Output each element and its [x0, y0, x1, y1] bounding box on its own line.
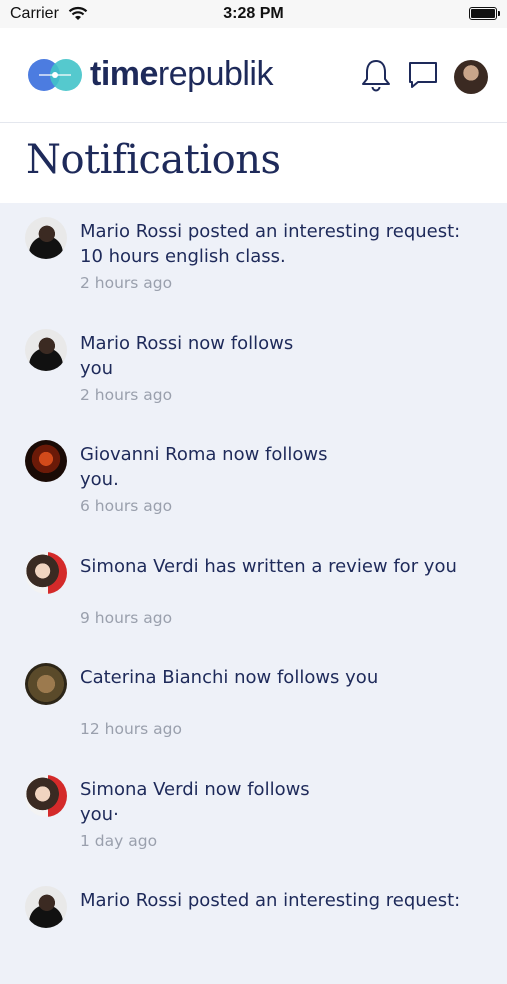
notification-text: Mario Rossi posted an interesting reques…: [80, 221, 461, 267]
profile-avatar[interactable]: [454, 60, 488, 94]
avatar[interactable]: [25, 328, 67, 371]
avatar[interactable]: [25, 440, 67, 482]
avatar[interactable]: [25, 551, 67, 594]
status-bar: Carrier 3:28 PM: [0, 0, 507, 28]
notification-text: Giovanni Roma now follows you.: [80, 444, 328, 490]
notification-text: Caterina Bianchi now follows you: [80, 667, 379, 688]
page-title: Notifications: [26, 137, 281, 183]
notification-item[interactable]: Mario Rossi now follows you 2 hours ago: [0, 315, 507, 427]
notification-time: 2 hours ago: [80, 385, 173, 404]
battery-icon: [469, 7, 500, 20]
notification-text: Mario Rossi now follows you: [80, 332, 294, 379]
notification-time: 2 hours ago: [80, 274, 173, 292]
chat-bubble-icon[interactable]: [407, 58, 439, 92]
notification-item[interactable]: Mario Rossi posted an interesting reques…: [0, 872, 507, 984]
notification-item[interactable]: Caterina Bianchi now follows you 12 hour…: [0, 649, 507, 761]
notification-list: Mario Rossi posted an interesting reques…: [0, 203, 507, 984]
notification-time: 1 day ago: [80, 831, 158, 850]
notification-item[interactable]: Mario Rossi posted an interesting reques…: [0, 203, 507, 315]
bell-icon[interactable]: [360, 58, 392, 92]
notification-item[interactable]: Giovanni Roma now follows you. 6 hours a…: [0, 426, 507, 538]
notification-text: Simona Verdi now follows you·: [80, 778, 310, 825]
notification-time: 6 hours ago: [80, 497, 173, 515]
avatar[interactable]: [25, 663, 67, 705]
notification-item[interactable]: Simona Verdi has written a review for yo…: [0, 538, 507, 650]
status-time: 3:28 PM: [223, 5, 284, 22]
notification-time: 12 hours ago: [80, 720, 182, 738]
app-header: timerepublik: [0, 28, 507, 123]
avatar[interactable]: [25, 774, 67, 817]
notification-item[interactable]: Simona Verdi now follows you· 1 day ago: [0, 761, 507, 873]
title-bar: Notifications: [0, 123, 507, 203]
timerepublik-logo-icon: [28, 59, 82, 91]
avatar[interactable]: [25, 217, 67, 259]
notification-time: 9 hours ago: [80, 608, 173, 627]
notification-text: Simona Verdi has written a review for yo…: [80, 555, 457, 577]
notification-text: Mario Rossi posted an interesting reques…: [80, 890, 461, 911]
logo-wordmark[interactable]: timerepublik: [90, 54, 274, 94]
avatar[interactable]: [25, 886, 67, 928]
